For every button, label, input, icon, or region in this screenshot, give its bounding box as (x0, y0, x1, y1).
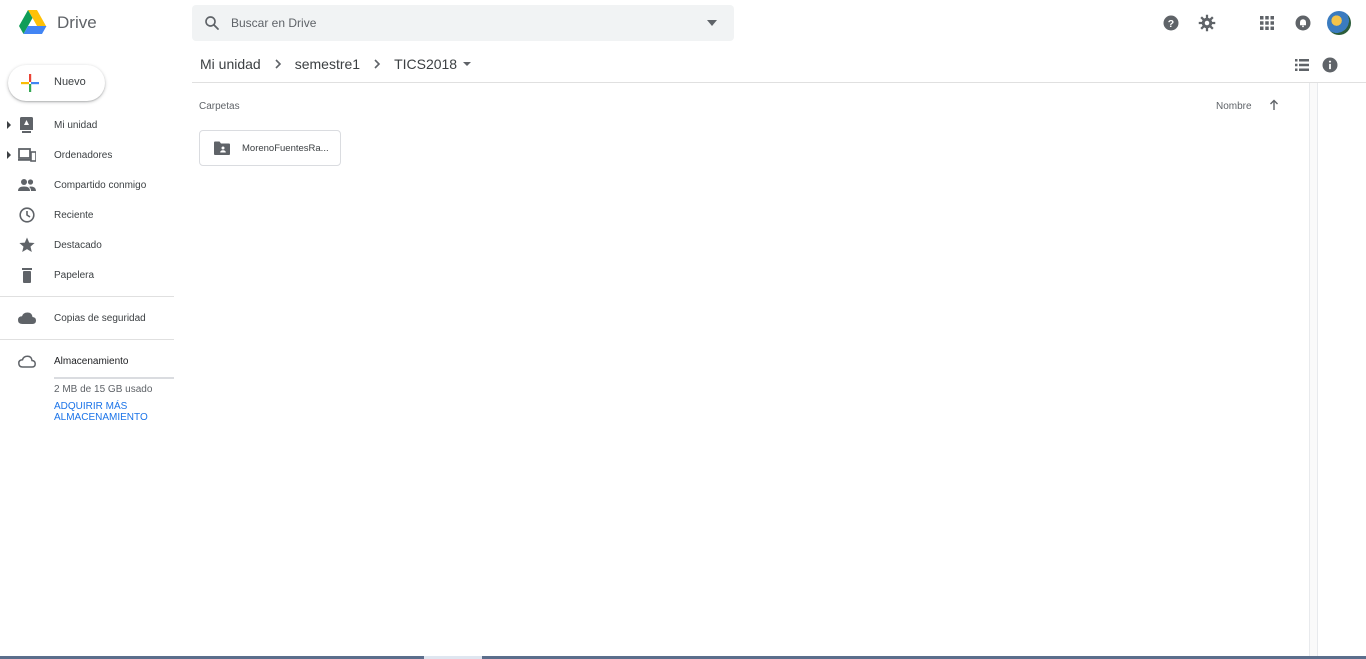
cloud-outline-icon (18, 355, 36, 368)
settings-gear-icon[interactable] (1196, 12, 1218, 34)
sort-ascending-arrow-icon[interactable] (1268, 99, 1280, 111)
side-panel-strip (1309, 83, 1318, 659)
sidebar-item-label: Compartido conmigo (54, 180, 147, 191)
sidebar-item-recent[interactable]: Reciente (0, 200, 174, 230)
breadcrumb: Mi unidad semestre1 TICS2018 (200, 56, 473, 72)
search-icon[interactable] (203, 14, 221, 32)
expand-arrow-icon[interactable] (6, 121, 12, 129)
sidebar-item-label: Mi unidad (54, 120, 98, 131)
sidebar-divider (0, 296, 174, 297)
folder-tile[interactable]: MorenoFuentesRa... (199, 130, 341, 166)
storage-usage-bar (54, 377, 174, 379)
clock-icon (19, 207, 35, 223)
help-icon[interactable]: ? (1160, 12, 1182, 34)
folder-name: MorenoFuentesRa... (242, 143, 329, 154)
sidebar-item-trash[interactable]: Papelera (0, 260, 174, 290)
sidebar-item-my-drive[interactable]: Mi unidad (0, 110, 174, 140)
drive-logo-icon[interactable] (18, 9, 48, 37)
search-box[interactable] (192, 5, 734, 41)
my-drive-icon (20, 117, 33, 133)
sidebar-item-label: Copias de seguridad (54, 313, 146, 324)
search-options-chevron-icon[interactable] (706, 19, 718, 27)
new-button-label: Nuevo (54, 76, 86, 88)
breadcrumb-item-current-folder[interactable]: TICS2018 (394, 56, 457, 72)
sidebar-item-shared-with-me[interactable]: Compartido conmigo (0, 170, 174, 200)
notifications-icon[interactable] (1292, 12, 1314, 34)
sidebar-item-label: Almacenamiento (54, 356, 129, 367)
sidebar-nav-backups: Copias de seguridad (0, 303, 174, 333)
breadcrumb-item-my-drive[interactable]: Mi unidad (200, 56, 261, 72)
apps-grid-icon[interactable] (1256, 12, 1278, 34)
sidebar-item-computers[interactable]: Ordenadores (0, 140, 174, 170)
buy-storage-link[interactable]: ADQUIRIR MÁS ALMACENAMIENTO (54, 401, 164, 423)
sidebar-nav: Mi unidad Ordenadores Compartido conmigo… (0, 110, 174, 290)
new-button[interactable]: Nuevo (8, 65, 105, 101)
expand-arrow-icon[interactable] (6, 151, 12, 159)
list-view-icon[interactable] (1293, 56, 1311, 74)
search-input[interactable] (231, 12, 691, 34)
cloud-icon (18, 312, 36, 324)
chevron-right-icon (275, 59, 281, 69)
info-icon[interactable] (1321, 56, 1339, 74)
breadcrumb-bar: Mi unidad semestre1 TICS2018 (192, 46, 1366, 83)
top-bar: Drive ? (0, 0, 1366, 46)
folders-section-label: Carpetas (199, 101, 240, 112)
sidebar-nav-storage: Almacenamiento (0, 346, 174, 376)
app-name: Drive (57, 13, 97, 32)
folder-menu-chevron-down-icon[interactable] (461, 58, 473, 70)
breadcrumb-item-semestre1[interactable]: semestre1 (295, 56, 360, 72)
trash-icon (22, 268, 32, 283)
sidebar-item-label: Ordenadores (54, 150, 113, 161)
svg-text:?: ? (1168, 18, 1174, 30)
account-avatar[interactable] (1327, 11, 1351, 35)
sidebar-item-label: Papelera (54, 270, 95, 281)
plus-icon (21, 74, 39, 92)
sidebar-divider (0, 339, 174, 340)
sort-by-name-button[interactable]: Nombre (1216, 101, 1252, 112)
sidebar-item-label: Reciente (54, 210, 94, 221)
shared-folder-icon (214, 141, 230, 155)
sidebar-item-label: Destacado (54, 240, 102, 251)
chevron-right-icon (374, 59, 381, 69)
shared-people-icon (18, 179, 36, 191)
star-icon (19, 237, 35, 252)
storage-usage-text: 2 MB de 15 GB usado (54, 384, 153, 395)
sidebar-item-starred[interactable]: Destacado (0, 230, 174, 260)
sidebar-item-storage[interactable]: Almacenamiento (0, 346, 174, 376)
computers-icon (18, 148, 36, 162)
sidebar-item-backups[interactable]: Copias de seguridad (0, 303, 174, 333)
